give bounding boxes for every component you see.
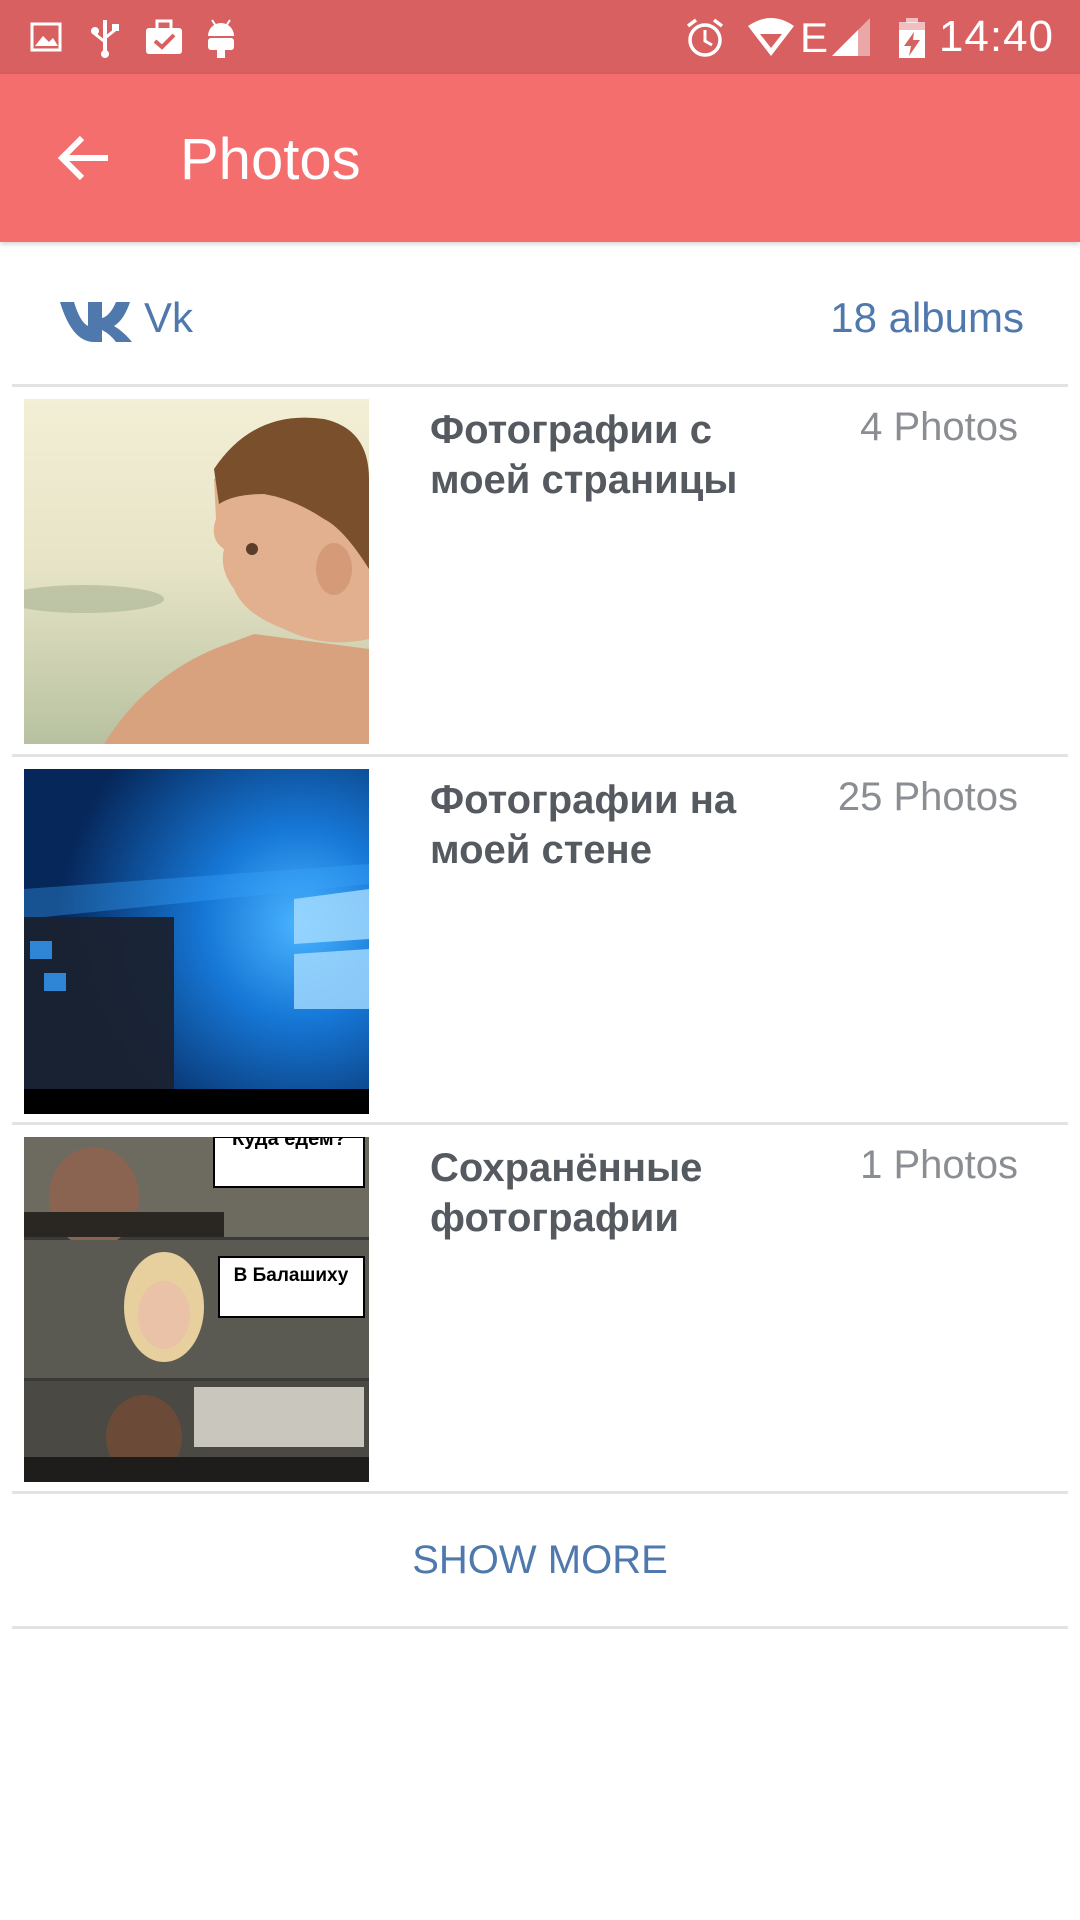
album-photo-count: 25 Photos [837, 775, 1018, 819]
page-title: Photos [180, 127, 361, 192]
show-more-button[interactable]: SHOW MORE [0, 1494, 1080, 1626]
album-photo-count: 1 Photos [860, 1143, 1018, 1187]
album-photo-count: 4 Photos [860, 405, 1018, 449]
album-title: Фотографии с моей страницы [430, 408, 738, 502]
app-bar: Photos [0, 74, 1080, 242]
vk-logo-icon [60, 302, 132, 342]
account-service-name: Vk [144, 294, 194, 341]
back-button[interactable] [44, 118, 124, 198]
android-icon [208, 19, 234, 58]
album-item[interactable]: Фотографии на моей стене 25 Photos [0, 757, 1080, 1125]
album-title: Сохранённые фотографии [430, 1146, 703, 1240]
album-thumbnail[interactable]: Куда едем? В Балашиху [24, 1137, 369, 1482]
comic-meme-thumbnail: Куда едем? В Балашиху [24, 1137, 369, 1482]
account-header[interactable]: Vk 18 albums [0, 242, 1080, 386]
portrait-photo-thumbnail [24, 399, 369, 744]
arrow-back-icon [57, 135, 108, 181]
battery-charging-icon [899, 18, 925, 58]
meme-text-1: Куда едем? [232, 1137, 346, 1150]
divider [12, 1626, 1068, 1629]
album-thumbnail[interactable] [24, 399, 369, 744]
status-bar: E 14:40 [0, 0, 1080, 74]
usb-icon [91, 20, 119, 58]
alarm-icon [686, 18, 724, 57]
status-time: 14:40 [938, 12, 1054, 61]
album-title: Фотографии на моей стене [430, 778, 737, 872]
image-icon [30, 22, 62, 52]
album-thumbnail[interactable] [24, 769, 369, 1114]
meme-text-2: В Балашиху [234, 1265, 349, 1286]
network-type-label: E [800, 14, 829, 61]
album-item[interactable]: Куда едем? В Балашиху Сохранённые фотогр… [0, 1125, 1080, 1493]
albums-count-link[interactable]: 18 albums [830, 294, 1024, 342]
windows-desktop-thumbnail [24, 769, 369, 1114]
signal-icon [832, 18, 870, 56]
album-item[interactable]: Фотографии с моей страницы 4 Photos [0, 387, 1080, 755]
wifi-icon [748, 18, 794, 56]
briefcase-check-icon [146, 19, 182, 54]
